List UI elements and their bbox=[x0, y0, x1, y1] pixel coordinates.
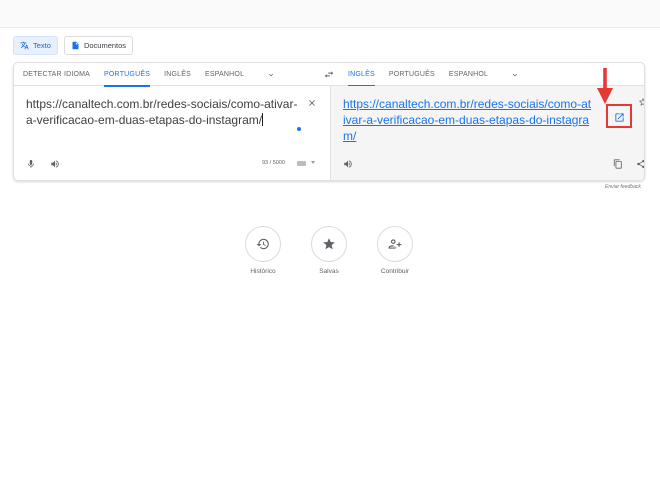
mode-selector: Texto Documentos bbox=[13, 36, 134, 55]
saved-label: Salvas bbox=[319, 268, 339, 275]
language-bar: DETECTAR IDIOMA PORTUGUÊS INGLÊS ESPANHO… bbox=[14, 63, 644, 87]
tab-source-english[interactable]: INGLÊS bbox=[157, 63, 198, 86]
copy-icon[interactable] bbox=[613, 159, 623, 169]
send-feedback-link[interactable]: Enviar feedback bbox=[605, 184, 641, 190]
share-icon[interactable] bbox=[636, 159, 645, 169]
star-outline-icon[interactable] bbox=[638, 97, 645, 107]
source-language-tabs: DETECTAR IDIOMA PORTUGUÊS INGLÊS ESPANHO… bbox=[16, 63, 275, 87]
history-label: Histórico bbox=[250, 268, 276, 275]
saved-shortcut[interactable]: Salvas bbox=[299, 226, 359, 275]
contribute-icon bbox=[388, 239, 402, 249]
star-icon bbox=[323, 238, 335, 250]
source-text: https://canaltech.com.br/redes-sociais/c… bbox=[26, 97, 298, 127]
history-button[interactable] bbox=[245, 226, 281, 262]
translator-card: DETECTAR IDIOMA PORTUGUÊS INGLÊS ESPANHO… bbox=[13, 62, 645, 181]
contribute-label: Contribuir bbox=[380, 268, 410, 275]
blue-dot bbox=[297, 127, 301, 131]
history-icon bbox=[256, 238, 269, 250]
keyboard-icon[interactable] bbox=[297, 161, 306, 166]
text-cursor bbox=[262, 113, 264, 126]
keyboard-dropdown-icon[interactable] bbox=[311, 161, 315, 164]
top-bar bbox=[0, 0, 660, 28]
annotation-arrow bbox=[597, 68, 613, 104]
translated-link[interactable]: https://canaltech.com.br/redes-sociais/c… bbox=[343, 96, 593, 144]
target-language-tabs: INGLÊS PORTUGUÊS ESPANHOL bbox=[341, 63, 519, 87]
annotation-highlight-box bbox=[606, 104, 632, 128]
tab-target-english[interactable]: INGLÊS bbox=[341, 63, 382, 87]
swap-languages-icon[interactable] bbox=[323, 69, 335, 80]
microphone-icon[interactable] bbox=[26, 159, 36, 169]
tab-target-portuguese[interactable]: PORTUGUÊS bbox=[382, 63, 442, 86]
history-shortcut[interactable]: Histórico bbox=[233, 226, 293, 275]
source-textarea[interactable]: https://canaltech.com.br/redes-sociais/c… bbox=[26, 96, 298, 128]
text-mode-button[interactable]: Texto bbox=[13, 36, 58, 55]
tab-detect-language[interactable]: DETECTAR IDIOMA bbox=[16, 63, 97, 86]
contribute-shortcut[interactable]: Contribuir bbox=[365, 226, 425, 275]
tab-source-portuguese[interactable]: PORTUGUÊS bbox=[97, 63, 157, 87]
translate-icon bbox=[20, 41, 29, 50]
clear-icon[interactable] bbox=[307, 98, 317, 108]
tab-source-spanish[interactable]: ESPANHOL bbox=[198, 63, 251, 86]
chevron-down-icon[interactable] bbox=[267, 71, 275, 79]
chevron-down-icon[interactable] bbox=[511, 71, 519, 79]
character-counter: 93 / 5000 bbox=[262, 160, 285, 166]
document-icon bbox=[72, 41, 79, 50]
tab-target-spanish[interactable]: ESPANHOL bbox=[442, 63, 495, 86]
contribute-button[interactable] bbox=[377, 226, 413, 262]
documents-mode-label: Documentos bbox=[83, 41, 127, 50]
saved-button[interactable] bbox=[311, 226, 347, 262]
speaker-icon[interactable] bbox=[343, 159, 353, 169]
speaker-icon[interactable] bbox=[50, 159, 60, 169]
text-mode-label: Texto bbox=[33, 41, 51, 50]
documents-mode-button[interactable]: Documentos bbox=[63, 36, 134, 55]
source-panel: https://canaltech.com.br/redes-sociais/c… bbox=[14, 86, 330, 180]
